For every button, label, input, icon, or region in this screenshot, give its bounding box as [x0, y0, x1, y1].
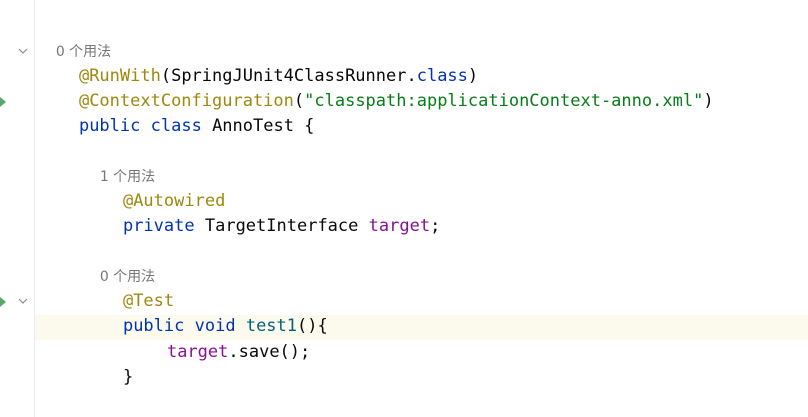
code-line: public void test1(){	[82, 289, 328, 336]
field-token: target	[166, 342, 229, 362]
code-line: @Autowired	[82, 164, 225, 211]
chevron-down-icon[interactable]	[17, 295, 29, 307]
code-line: @ContextConfiguration("classpath:applica…	[38, 64, 714, 111]
keyword-token: public	[78, 116, 141, 136]
code-token: .save();	[228, 342, 311, 362]
string-token: "classpath:applicationContext-anno.xml"	[304, 91, 704, 111]
code-line: @RunWith(SpringJUnit4ClassRunner.class)	[38, 39, 478, 86]
code-token: ;	[430, 216, 441, 236]
code-line: @Test	[82, 264, 174, 311]
usage-hint[interactable]: 0 个用法	[82, 240, 155, 285]
field-token: target	[368, 216, 431, 236]
chevron-down-icon[interactable]	[17, 45, 29, 57]
code-line: }	[82, 340, 133, 387]
code-line: private TargetInterface target;	[82, 189, 440, 236]
class-name-token: AnnoTest {	[212, 116, 315, 136]
code-token: )	[703, 91, 714, 111]
editor-gutter[interactable]	[0, 0, 35, 417]
type-token: TargetInterface	[204, 216, 359, 236]
code-editor[interactable]: 0 个用法 @RunWith(SpringJUnit4ClassRunner.c…	[0, 0, 808, 417]
code-line: public class AnnoTest {	[38, 89, 314, 136]
run-gutter-icon[interactable]	[0, 297, 6, 307]
usage-hint[interactable]: 0 个用法	[38, 15, 111, 60]
code-line[interactable]: target.save();	[126, 315, 310, 362]
run-gutter-icon[interactable]	[0, 97, 6, 107]
usage-hint[interactable]: 1 个用法	[82, 140, 155, 185]
keyword-token: private	[122, 216, 195, 236]
keyword-token: class	[150, 116, 202, 136]
code-token: }	[122, 367, 134, 387]
